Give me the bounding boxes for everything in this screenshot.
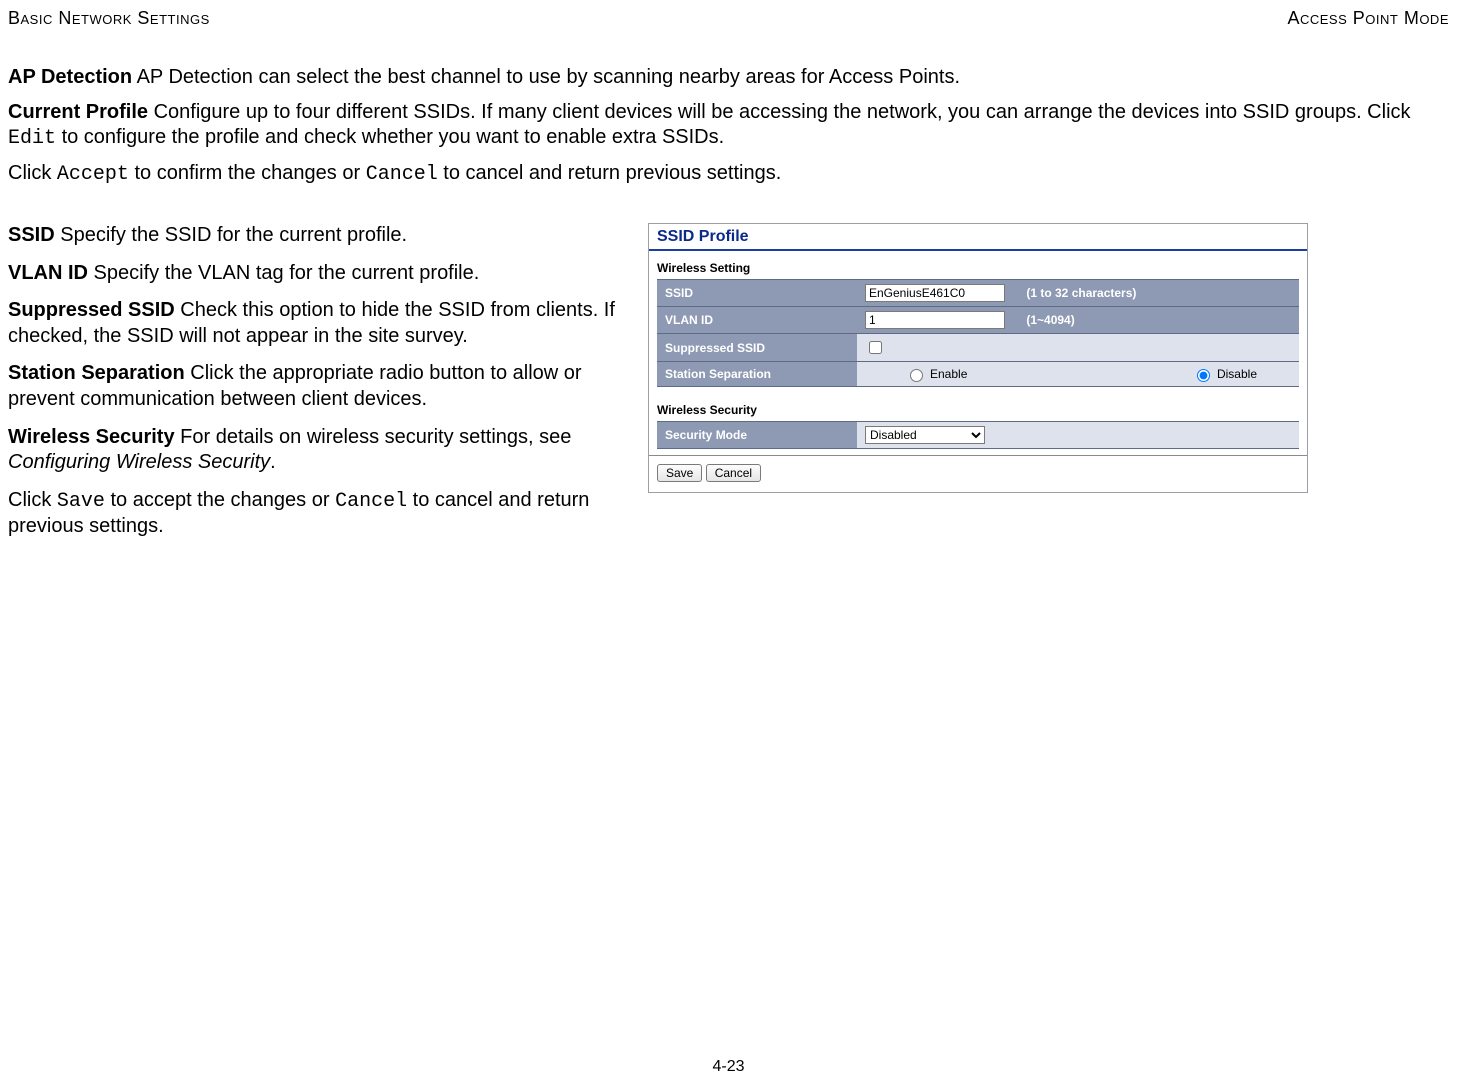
ssid-profile-screenshot: SSID Profile Wireless Setting SSID (1 to… bbox=[648, 223, 1308, 493]
row-vlan: VLAN ID (1~4094) bbox=[657, 307, 1299, 334]
click-a: Click bbox=[8, 162, 57, 184]
disable-label: Disable bbox=[1217, 367, 1257, 381]
save-code: Save bbox=[57, 490, 105, 513]
row-separation-label: Station Separation bbox=[657, 362, 857, 387]
station-separation-enable-radio[interactable] bbox=[910, 369, 923, 382]
row-ssid-label: SSID bbox=[657, 280, 857, 307]
ssid-text: Specify the SSID for the current profile… bbox=[55, 224, 407, 246]
button-row: Save Cancel bbox=[649, 455, 1307, 492]
wireless-security-heading: Wireless Security bbox=[649, 393, 1307, 421]
row-ssid: SSID (1 to 32 characters) bbox=[657, 280, 1299, 307]
definitions-column: SSID Specify the SSID for the current pr… bbox=[8, 223, 648, 552]
row-vlan-label: VLAN ID bbox=[657, 307, 857, 334]
security-text-b: . bbox=[270, 451, 276, 473]
edit-code: Edit bbox=[8, 127, 56, 150]
wireless-setting-heading: Wireless Setting bbox=[649, 251, 1307, 279]
vlan-text: Specify the VLAN tag for the current pro… bbox=[88, 262, 479, 284]
ap-detection-text: AP Detection can select the best channel… bbox=[132, 66, 960, 88]
suppressed-label: Suppressed SSID bbox=[8, 299, 175, 321]
ssid-hint: (1 to 32 characters) bbox=[1026, 286, 1136, 300]
row-secmode-label: Security Mode bbox=[657, 422, 857, 449]
current-profile-text-a: Configure up to four different SSIDs. If… bbox=[148, 101, 1410, 123]
security-text-a: For details on wireless security setting… bbox=[175, 426, 572, 448]
current-profile-para: Current Profile Configure up to four dif… bbox=[8, 100, 1449, 151]
wireless-security-table: Security Mode Disabled bbox=[657, 421, 1299, 449]
accept-cancel-para: Click Accept to confirm the changes or C… bbox=[8, 161, 1449, 187]
vlan-label: VLAN ID bbox=[8, 262, 88, 284]
current-profile-label: Current Profile bbox=[8, 101, 148, 123]
vlan-hint: (1~4094) bbox=[1026, 313, 1074, 327]
ap-detection-para: AP Detection AP Detection can select the… bbox=[8, 65, 1449, 90]
save-a: Click bbox=[8, 489, 57, 511]
click-c: to cancel and return previous settings. bbox=[438, 162, 782, 184]
cancel-button[interactable]: Cancel bbox=[706, 464, 761, 482]
accept-code: Accept bbox=[57, 163, 129, 186]
security-link-text: Configuring Wireless Security bbox=[8, 451, 270, 473]
suppressed-ssid-checkbox[interactable] bbox=[869, 341, 882, 354]
cancel-code: Cancel bbox=[366, 163, 438, 186]
page-number: 4-23 bbox=[0, 1058, 1457, 1076]
row-secmode: Security Mode Disabled bbox=[657, 422, 1299, 449]
vlan-input[interactable] bbox=[865, 311, 1005, 329]
ap-detection-label: AP Detection bbox=[8, 66, 132, 88]
running-headers: Basic Network Settings Access Point Mode bbox=[8, 8, 1449, 29]
enable-label: Enable bbox=[930, 367, 967, 381]
station-separation-disable-radio[interactable] bbox=[1197, 369, 1210, 382]
click-b: to confirm the changes or bbox=[129, 162, 366, 184]
save-cancel-para: Click Save to accept the changes or Canc… bbox=[8, 488, 636, 540]
vlan-para: VLAN ID Specify the VLAN tag for the cur… bbox=[8, 261, 636, 287]
row-suppressed: Suppressed SSID bbox=[657, 334, 1299, 362]
panel-title: SSID Profile bbox=[649, 224, 1307, 251]
intro-block: AP Detection AP Detection can select the… bbox=[8, 65, 1449, 187]
ssid-label: SSID bbox=[8, 224, 55, 246]
separation-para: Station Separation Click the appropriate… bbox=[8, 361, 636, 412]
wireless-setting-table: SSID (1 to 32 characters) VLAN ID (1~409… bbox=[657, 279, 1299, 387]
row-separation: Station Separation Enable Disable bbox=[657, 362, 1299, 387]
security-label: Wireless Security bbox=[8, 426, 175, 448]
ssid-para: SSID Specify the SSID for the current pr… bbox=[8, 223, 636, 249]
save-b: to accept the changes or bbox=[105, 489, 335, 511]
security-mode-select[interactable]: Disabled bbox=[865, 426, 985, 444]
row-suppressed-label: Suppressed SSID bbox=[657, 334, 857, 362]
header-left: Basic Network Settings bbox=[8, 8, 210, 29]
current-profile-text-b: to configure the profile and check wheth… bbox=[56, 126, 724, 148]
save-button[interactable]: Save bbox=[657, 464, 702, 482]
separation-label: Station Separation bbox=[8, 362, 185, 384]
security-para: Wireless Security For details on wireles… bbox=[8, 425, 636, 476]
save-cancel-code: Cancel bbox=[335, 490, 407, 513]
suppressed-para: Suppressed SSID Check this option to hid… bbox=[8, 298, 636, 349]
ssid-input[interactable] bbox=[865, 284, 1005, 302]
header-right: Access Point Mode bbox=[1287, 8, 1449, 29]
